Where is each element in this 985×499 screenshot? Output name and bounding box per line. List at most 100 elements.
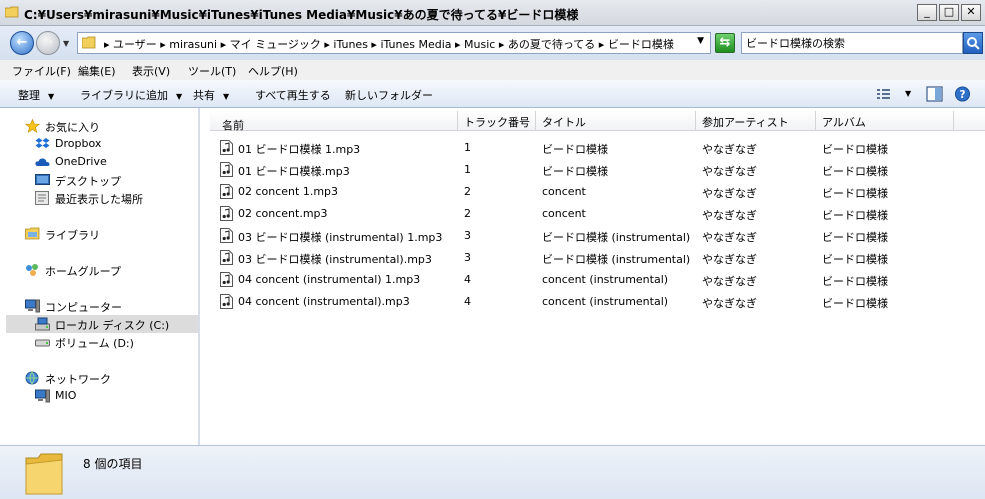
- view-dropdown-icon[interactable]: ▼: [905, 89, 911, 98]
- folder-icon: [82, 36, 96, 49]
- preview-pane-icon[interactable]: [926, 86, 943, 102]
- cell-artist: やなぎなぎ: [702, 275, 757, 288]
- search-field[interactable]: [741, 32, 963, 54]
- sidebar-item-label: OneDrive: [55, 155, 107, 168]
- audio-file-icon: [220, 140, 233, 155]
- table-row[interactable]: 01 ビードロ模様 1.mp3 1 ビードロ模様 やなぎなぎ ビードロ模様: [200, 137, 985, 159]
- sidebar-item-local-disk[interactable]: ローカル ディスク (C:): [6, 315, 198, 333]
- cell-track: 4: [464, 295, 471, 308]
- cell-title: ビードロ模様 (instrumental): [542, 253, 691, 266]
- cell-artist: やなぎなぎ: [702, 297, 757, 310]
- address-field[interactable]: ▸ ユーザー ▸ mirasuni ▸ マイ ミュージック ▸ iTunes ▸…: [77, 32, 711, 54]
- audio-file-icon: [220, 228, 233, 243]
- sidebar-item-label: ライブラリ: [45, 229, 100, 242]
- cell-name: 03 ビードロ模様 (instrumental).mp3: [238, 253, 432, 266]
- table-row[interactable]: 03 ビードロ模様 (instrumental) 1.mp3 3 ビードロ模様 (i…: [200, 225, 985, 247]
- cell-album: ビードロ模様: [822, 231, 888, 244]
- address-dropdown-icon[interactable]: ▼: [697, 36, 704, 46]
- table-row[interactable]: 03 ビードロ模様 (instrumental).mp3 3 ビードロ模様 (ins…: [200, 247, 985, 269]
- cell-album: ビードロ模様: [822, 209, 888, 222]
- table-row[interactable]: 01 ビードロ模様.mp3 1 ビードロ模様 やなぎなぎ ビードロ模様: [200, 159, 985, 181]
- audio-file-icon: [220, 184, 233, 199]
- column-label: トラック番号: [464, 116, 530, 129]
- help-icon[interactable]: ?: [954, 86, 971, 102]
- back-button[interactable]: ←: [10, 31, 34, 55]
- organize-button[interactable]: 整理 ▼: [18, 87, 54, 103]
- audio-file-icon: [220, 162, 233, 177]
- address-path[interactable]: ▸ ユーザー ▸ mirasuni ▸ マイ ミュージック ▸ iTunes ▸…: [104, 36, 674, 52]
- cell-track: 1: [464, 141, 471, 154]
- sidebar-item-label: MIO: [55, 389, 77, 402]
- drive-icon: [35, 317, 50, 331]
- sidebar-item-libraries[interactable]: ライブラリ: [25, 225, 185, 243]
- column-label: タイトル: [542, 116, 586, 129]
- column-header-name[interactable]: 名前 ▲: [210, 111, 458, 132]
- table-row[interactable]: 02 concent 1.mp3 2 concent やなぎなぎ ビードロ模様: [200, 181, 985, 203]
- column-header-album[interactable]: アルバム: [816, 111, 954, 131]
- menu-file[interactable]: ファイル(F): [12, 63, 71, 79]
- column-header-artist[interactable]: 参加アーティスト: [696, 111, 816, 131]
- new-folder-button[interactable]: 新しいフォルダー: [345, 87, 433, 103]
- cell-name: 04 concent (instrumental) 1.mp3: [238, 273, 421, 286]
- table-row[interactable]: 04 concent (instrumental).mp3 4 concent (i…: [200, 291, 985, 313]
- sort-ascending-icon: ▲: [224, 120, 231, 129]
- desktop-icon: [35, 174, 50, 185]
- cell-track: 3: [464, 229, 471, 242]
- cell-artist: やなぎなぎ: [702, 143, 757, 156]
- sidebar-item-label: ボリューム (D:): [55, 337, 134, 350]
- refresh-button[interactable]: ⇆: [715, 33, 735, 53]
- menu-edit[interactable]: 編集(E): [78, 63, 116, 79]
- play-all-button[interactable]: すべて再生する: [255, 87, 331, 103]
- computer-icon: [25, 299, 40, 313]
- table-row[interactable]: 04 concent (instrumental) 1.mp3 4 concent …: [200, 269, 985, 291]
- add-to-library-button[interactable]: ライブラリに追加 ▼: [80, 87, 182, 103]
- sidebar-item-favorites[interactable]: お気に入り: [25, 117, 185, 135]
- cell-name: 02 concent.mp3: [238, 207, 328, 220]
- menu-help[interactable]: ヘルプ(H): [248, 63, 298, 79]
- minimize-button[interactable]: _: [917, 4, 937, 21]
- svg-text:?: ?: [959, 89, 965, 101]
- sidebar-item-mio[interactable]: MIO: [35, 387, 185, 405]
- share-button[interactable]: 共有 ▼: [193, 87, 229, 103]
- sidebar-item-computer[interactable]: コンピューター: [25, 297, 185, 315]
- cell-name: 03 ビードロ模様 (instrumental) 1.mp3: [238, 231, 443, 244]
- chevron-down-icon: ▼: [223, 92, 230, 101]
- audio-file-icon: [220, 294, 233, 309]
- table-row[interactable]: 02 concent.mp3 2 concent やなぎなぎ ビードロ模様: [200, 203, 985, 225]
- sidebar-item-network[interactable]: ネットワーク: [25, 369, 185, 387]
- close-button[interactable]: ✕: [961, 4, 981, 21]
- address-bar: ← → ▼ ▸ ユーザー ▸ mirasuni ▸ マイ ミュージック ▸ iT…: [0, 26, 985, 60]
- network-icon: [25, 371, 39, 385]
- sidebar-item-dropbox[interactable]: Dropbox: [35, 135, 185, 153]
- drive-icon: [35, 339, 50, 347]
- cell-name: 04 concent (instrumental).mp3: [238, 295, 410, 308]
- maximize-button[interactable]: □: [939, 4, 959, 21]
- cell-title: ビードロ模様 (instrumental): [542, 231, 691, 244]
- menu-tools[interactable]: ツール(T): [188, 63, 236, 79]
- view-options-icon[interactable]: [876, 86, 892, 102]
- menu-view[interactable]: 表示(V): [132, 63, 170, 79]
- sidebar-item-recent-places[interactable]: 最近表示した場所: [35, 189, 185, 207]
- history-dropdown-icon[interactable]: ▼: [63, 39, 69, 48]
- search-button[interactable]: [963, 32, 983, 54]
- cell-album: ビードロ模様: [822, 187, 888, 200]
- cell-artist: やなぎなぎ: [702, 253, 757, 266]
- column-header-track[interactable]: トラック番号: [458, 111, 536, 131]
- sidebar-item-desktop[interactable]: デスクトップ: [35, 171, 185, 189]
- folder-icon: [5, 6, 19, 18]
- window-title: C:¥Users¥mirasuni¥Music¥iTunes¥iTunes Me…: [24, 8, 579, 22]
- cell-track: 3: [464, 251, 471, 264]
- audio-file-icon: [220, 272, 233, 287]
- file-list: 名前 ▲ トラック番号 タイトル 参加アーティスト アルバム 01 ビードロ模様 …: [200, 108, 985, 445]
- cell-artist: やなぎなぎ: [702, 209, 757, 222]
- cell-title: concent (instrumental): [542, 295, 669, 308]
- search-input[interactable]: [746, 35, 956, 51]
- sidebar-item-homegroup[interactable]: ホームグループ: [25, 261, 185, 279]
- sidebar-item-label: お気に入り: [45, 121, 100, 134]
- sidebar-item-volume-d[interactable]: ボリューム (D:): [35, 333, 185, 351]
- cell-name: 01 ビードロ模様 1.mp3: [238, 143, 361, 156]
- column-header-title[interactable]: タイトル: [536, 111, 696, 131]
- sidebar-item-onedrive[interactable]: OneDrive: [35, 153, 185, 171]
- forward-button[interactable]: →: [36, 31, 60, 55]
- navigation-pane: お気に入り Dropbox OneDrive デスクトップ 最近表示した場所 ラ…: [0, 108, 198, 445]
